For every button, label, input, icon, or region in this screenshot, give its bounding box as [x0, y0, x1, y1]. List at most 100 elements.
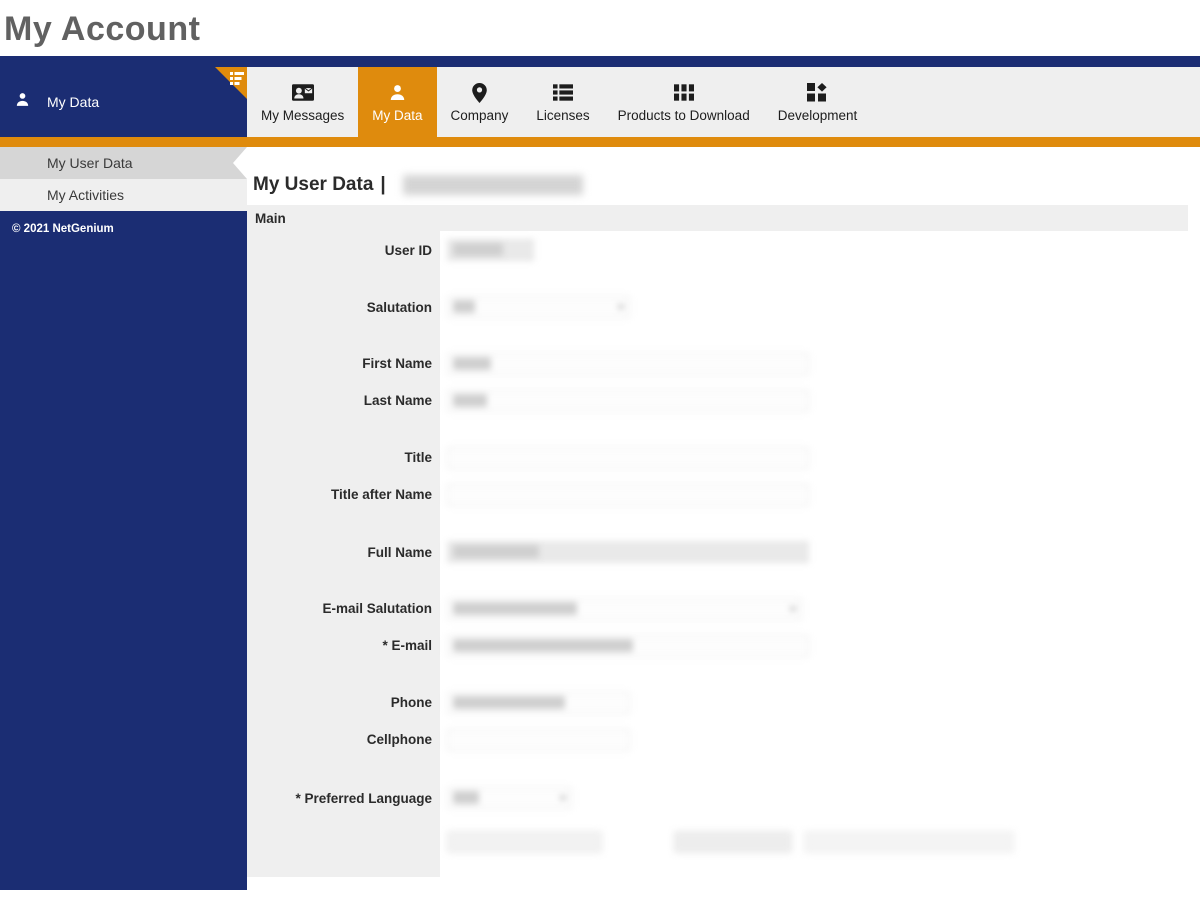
form-label-column: User ID Salutation First Name Last Name …: [247, 231, 443, 877]
list-icon: [552, 82, 573, 104]
tab-my-data[interactable]: My Data: [358, 67, 437, 137]
content-heading-text: My User Data: [253, 174, 374, 195]
first-name-field[interactable]: [447, 352, 809, 375]
tab-licenses[interactable]: Licenses: [522, 67, 603, 137]
title-field[interactable]: [447, 446, 809, 469]
email-salutation-select[interactable]: [447, 597, 802, 620]
chevron-down-icon: [617, 305, 625, 310]
user-id-field[interactable]: [447, 239, 534, 261]
label-email-salutation: E-mail Salutation: [322, 601, 432, 616]
chevron-down-icon: [559, 796, 567, 801]
redacted-user-name: [402, 175, 583, 195]
orange-divider-left: [0, 137, 247, 147]
label-phone: Phone: [390, 695, 432, 710]
location-pin-icon: [472, 82, 487, 104]
list-corner-icon[interactable]: [230, 72, 244, 85]
email-field[interactable]: [447, 634, 809, 657]
field-value: [453, 601, 577, 615]
sidebar-item-my-user-data[interactable]: My User Data: [0, 147, 247, 179]
tab-label: My Messages: [261, 107, 345, 123]
user-data-form: User ID Salutation First Name Last Name …: [247, 231, 1200, 877]
user-icon: [14, 91, 31, 113]
label-full-name: Full Name: [367, 544, 432, 560]
field-value: [453, 638, 633, 652]
blocks-diamond-icon: [807, 82, 828, 104]
label-preferred-language: * Preferred Language: [295, 790, 432, 806]
tab-label: Licenses: [536, 107, 590, 123]
salutation-select[interactable]: [447, 296, 630, 318]
field-row-email: [443, 627, 1200, 664]
footer-action-tertiary[interactable]: [804, 831, 1014, 853]
label-last-name: Last Name: [363, 393, 432, 408]
preferred-language-select[interactable]: [447, 787, 572, 809]
tab-products-to-download[interactable]: Products to Download: [604, 67, 764, 137]
cellphone-field[interactable]: [447, 728, 630, 751]
label-first-name: First Name: [362, 356, 432, 371]
sidebar-header[interactable]: My Data: [0, 67, 247, 137]
field-row-email-salutation: [443, 590, 1200, 627]
field-value: [453, 393, 487, 407]
tab-bar: My Messages My Data Company Licenses Pro…: [247, 67, 1200, 137]
phone-field[interactable]: [447, 691, 630, 714]
field-row-full-name: [443, 533, 1200, 571]
full-name-field[interactable]: [447, 541, 809, 563]
label-salutation: Salutation: [366, 299, 432, 315]
title-after-name-field[interactable]: [447, 483, 809, 506]
grid-icon: [673, 82, 694, 104]
field-row-last-name: [443, 382, 1200, 419]
body: My User Data My Activities © 2021 NetGen…: [0, 147, 1200, 890]
chevron-down-icon: [789, 606, 797, 612]
field-row-title: [443, 439, 1200, 476]
change-password-button[interactable]: [447, 831, 602, 853]
field-row-title-after-name: [443, 476, 1200, 513]
tab-label: Company: [450, 107, 509, 123]
tab-company[interactable]: Company: [437, 67, 523, 137]
field-value: [453, 695, 565, 709]
heading-separator: |: [380, 174, 386, 195]
field-value: [453, 356, 491, 370]
orange-divider-right: [247, 137, 1200, 147]
label-title: Title: [404, 450, 432, 465]
field-row-phone: [443, 684, 1200, 721]
page-header: My Account: [0, 0, 1200, 56]
field-value: [453, 300, 475, 313]
tab-development[interactable]: Development: [764, 67, 872, 137]
contact-card-icon: [291, 82, 314, 104]
tab-my-messages[interactable]: My Messages: [247, 67, 358, 137]
page-title: My Account: [4, 10, 201, 48]
tab-label: My Data: [372, 107, 423, 123]
sidebar-item-label: My Activities: [47, 187, 125, 203]
label-cellphone: Cellphone: [366, 732, 432, 747]
navy-divider: [0, 56, 1200, 67]
tab-label: Products to Download: [617, 107, 750, 123]
content-heading: My User Data |: [247, 147, 1200, 205]
sidebar: My User Data My Activities © 2021 NetGen…: [0, 147, 247, 890]
section-header-main: Main: [247, 205, 1188, 231]
last-name-field[interactable]: [447, 389, 809, 412]
tab-label: Development: [777, 107, 858, 123]
form-footer-actions: [443, 817, 1200, 859]
footer-action-secondary[interactable]: [674, 831, 792, 853]
form-field-column: [443, 231, 1200, 877]
field-value: [453, 545, 539, 558]
field-row-cellphone: [443, 721, 1200, 758]
label-user-id: User ID: [384, 242, 432, 258]
sidebar-item-my-activities[interactable]: My Activities: [0, 179, 247, 211]
content-area: My User Data | Main User ID Salutation F…: [247, 147, 1200, 890]
orange-divider: [0, 137, 1200, 147]
sidebar-header-label: My Data: [47, 94, 100, 110]
